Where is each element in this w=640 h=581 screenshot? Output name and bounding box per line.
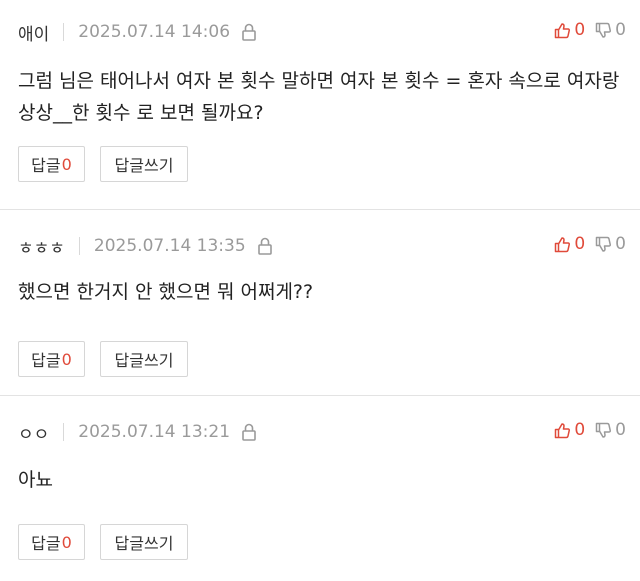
comment-author[interactable]: ㅇㅇ	[18, 420, 49, 445]
downvote-button[interactable]: 0	[595, 234, 626, 254]
upvote-count: 0	[574, 20, 586, 40]
vote-group: 0 0	[544, 20, 626, 40]
lock-icon	[257, 237, 272, 255]
downvote-button[interactable]: 0	[595, 20, 626, 40]
comment: 애이 2025.07.14 14:06 0 0 그럼 님은 태어나서 여자 본 …	[0, 0, 640, 210]
reply-button[interactable]: 답글 0	[18, 341, 85, 377]
lock-icon	[242, 423, 256, 441]
write-reply-button[interactable]: 답글쓰기	[100, 341, 188, 377]
upvote-count: 0	[574, 234, 586, 254]
thumbs-down-icon	[595, 236, 612, 252]
upvote-button[interactable]: 0	[554, 234, 585, 254]
upvote-button[interactable]: 0	[554, 20, 585, 40]
comment: ㅇㅇ 2025.07.14 13:21 0 0 아뇨 답글 0 답글쓰기	[0, 396, 640, 581]
reply-count: 0	[61, 154, 72, 174]
reply-button[interactable]: 답글 0	[18, 524, 85, 560]
reply-count: 0	[61, 532, 72, 552]
divider	[63, 423, 65, 441]
comment: ㅎㅎㅎ 2025.07.14 13:35 0 0 했으면 한거지 안 했으면 뭐…	[0, 210, 640, 396]
reply-label: 답글	[31, 351, 61, 370]
downvote-count: 0	[615, 234, 626, 254]
thumbs-down-icon	[595, 422, 612, 438]
upvote-button[interactable]: 0	[554, 420, 585, 440]
reply-button[interactable]: 답글 0	[18, 146, 85, 182]
write-reply-button[interactable]: 답글쓰기	[100, 524, 188, 560]
comment-text: 했으면 한거지 안 했으면 뭐 어쩌게??	[18, 281, 314, 303]
comment-meta: ㅇㅇ 2025.07.14 13:21	[18, 420, 258, 445]
downvote-count: 0	[615, 420, 626, 440]
divider	[63, 23, 65, 41]
write-reply-button[interactable]: 답글쓰기	[100, 146, 188, 182]
comment-actions: 답글 0 답글쓰기	[18, 524, 203, 560]
comment-text: 그럼 님은 태어나서 여자 본 횟수 말하면 여자 본 횟수 = 혼자 속으로 …	[18, 70, 620, 124]
comment-meta: ㅎㅎㅎ 2025.07.14 13:35	[18, 234, 274, 259]
thumbs-up-icon	[555, 422, 571, 438]
comment-date: 2025.07.14 14:06	[78, 22, 231, 42]
thumbs-up-icon	[555, 236, 571, 252]
comment-author[interactable]: ㅎㅎㅎ	[18, 234, 65, 259]
thumbs-up-icon	[555, 22, 571, 38]
reply-label: 답글	[31, 534, 61, 553]
divider	[78, 237, 80, 255]
comment-date: 2025.07.14 13:35	[93, 236, 246, 256]
reply-count: 0	[61, 349, 72, 369]
comment-text: 아뇨	[18, 469, 53, 491]
lock-icon	[242, 23, 256, 41]
vote-group: 0 0	[544, 420, 626, 440]
comment-actions: 답글 0 답글쓰기	[18, 146, 203, 182]
downvote-button[interactable]: 0	[595, 420, 626, 440]
vote-group: 0 0	[544, 234, 626, 254]
thumbs-down-icon	[595, 22, 612, 38]
reply-label: 답글	[31, 156, 61, 175]
upvote-count: 0	[574, 420, 586, 440]
comment-actions: 답글 0 답글쓰기	[18, 341, 203, 377]
comment-author[interactable]: 애이	[18, 20, 49, 45]
comment-meta: 애이 2025.07.14 14:06	[18, 20, 258, 45]
comment-date: 2025.07.14 13:21	[78, 422, 231, 442]
downvote-count: 0	[615, 20, 626, 40]
